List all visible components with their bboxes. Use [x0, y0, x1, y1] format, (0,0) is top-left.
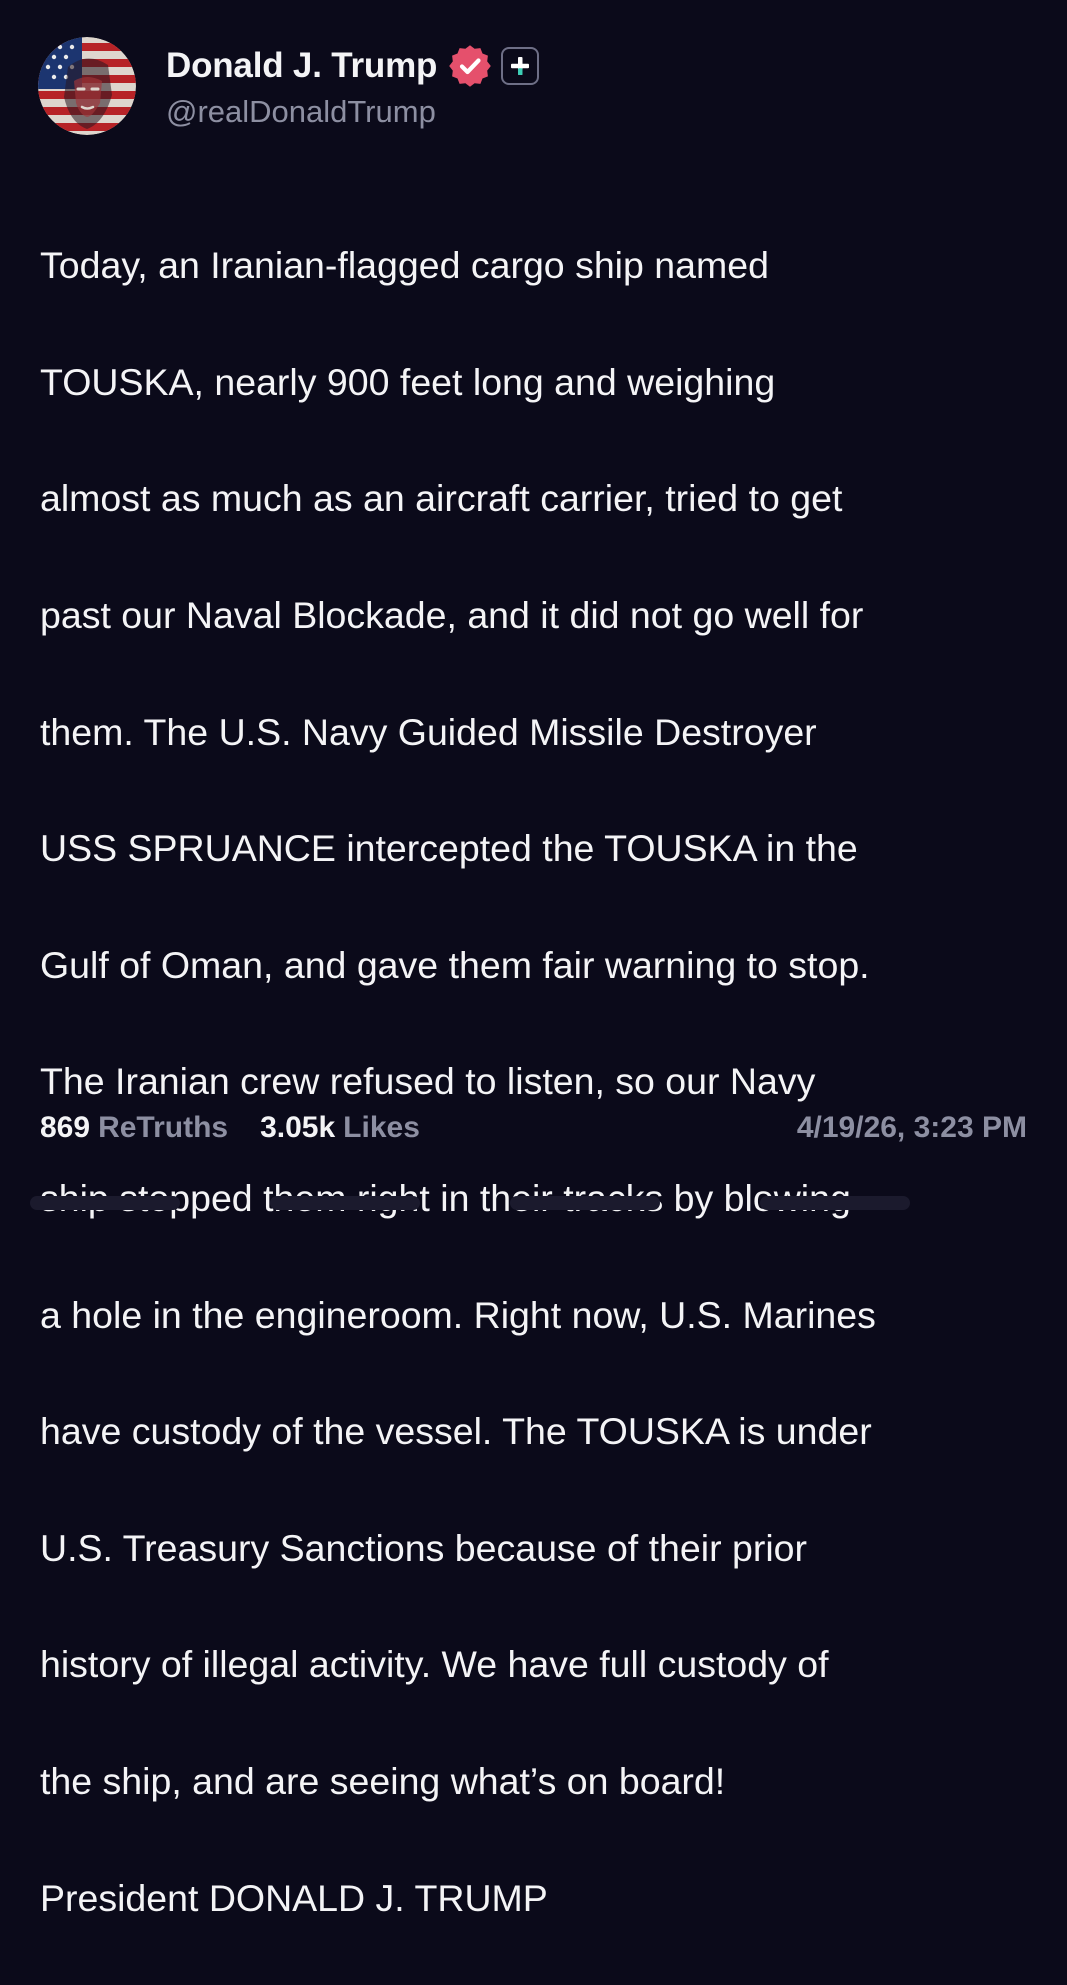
post-timestamp[interactable]: 4/19/26, 3:23 PM	[797, 1106, 1027, 1150]
post-card: Donald J. Trump @realDonaldTrump Today, …	[0, 0, 1067, 1919]
post-text-line: them. The U.S. Navy Guided Missile Destr…	[40, 710, 817, 753]
post-text: Today, an Iranian-flagged cargo ship nam…	[40, 178, 1040, 1985]
post-text-line: Gulf of Oman, and gave them fair warning…	[40, 943, 870, 986]
post-text-line: almost as much as an aircraft carrier, t…	[40, 477, 843, 520]
verified-badge-icon	[449, 45, 492, 87]
post-text-line: U.S. Treasury Sanctions because of their…	[40, 1526, 808, 1569]
plus-icon[interactable]	[501, 47, 540, 85]
post-text-line: Today, an Iranian-flagged cargo ship nam…	[40, 244, 769, 287]
author-handle[interactable]: @realDonaldTrump	[166, 94, 436, 130]
author-name-row: Donald J. Trump	[166, 42, 540, 90]
likes-count: 3.05k	[260, 1111, 336, 1144]
post-text-line: TOUSKA, nearly 900 feet long and weighin…	[40, 360, 776, 403]
avatar-flag-portrait-icon	[38, 37, 136, 135]
post-text-line: history of illegal activity. We have ful…	[40, 1643, 829, 1686]
likes-label: Likes	[343, 1111, 420, 1144]
post-text-line: USS SPRUANCE intercepted the TOUSKA in t…	[40, 827, 858, 870]
post-text-line: the ship, and are seeing what’s on board…	[40, 1760, 726, 1803]
author-display-name[interactable]: Donald J. Trump	[166, 46, 437, 86]
post-text-line: President DONALD J. TRUMP	[40, 1876, 548, 1919]
post-text-line: The Iranian crew refused to listen, so o…	[40, 1060, 816, 1103]
post-text-line: a hole in the engineroom. Right now, U.S…	[40, 1293, 876, 1336]
post-stats: 869 ReTruths 3.05k Likes	[40, 1106, 420, 1150]
action-bar-edge	[0, 1192, 1067, 1210]
retruths-stat[interactable]: 869 ReTruths	[40, 1111, 228, 1145]
avatar[interactable]	[38, 37, 136, 135]
post-text-line: have custody of the vessel. The TOUSKA i…	[40, 1410, 872, 1453]
retruths-label: ReTruths	[98, 1111, 229, 1144]
retruths-count: 869	[40, 1111, 91, 1144]
post-text-line: past our Naval Blockade, and it did not …	[40, 594, 864, 637]
likes-stat[interactable]: 3.05k Likes	[260, 1111, 420, 1145]
